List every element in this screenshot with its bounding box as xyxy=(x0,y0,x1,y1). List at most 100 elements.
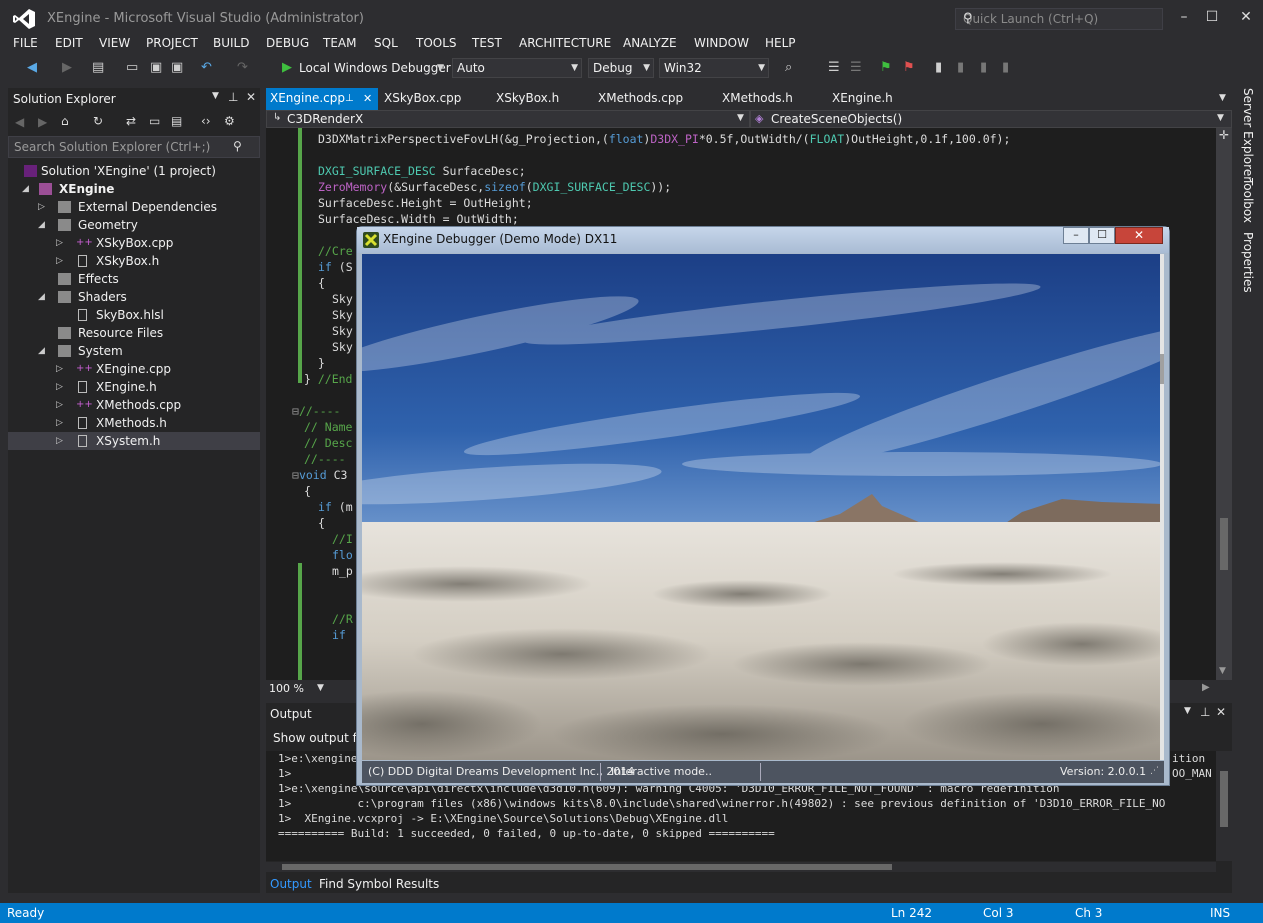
close-button[interactable]: ✕ xyxy=(1115,227,1163,244)
menu-build[interactable]: BUILD xyxy=(213,36,249,50)
output-hscroll[interactable] xyxy=(266,862,1216,872)
toolbox-tab[interactable]: Toolbox xyxy=(1241,178,1255,223)
scroll-right-icon[interactable]: ▶ xyxy=(1202,682,1210,693)
prev-bookmark-icon[interactable]: ▮ xyxy=(957,58,964,78)
maximize-button[interactable]: ☐ xyxy=(1201,8,1223,26)
disable-bookmark-icon[interactable]: ▮ xyxy=(1002,58,1009,78)
forward-icon[interactable]: ▶ xyxy=(38,115,47,129)
collapsed-icon[interactable]: ▷ xyxy=(56,378,66,396)
collapsed-icon[interactable]: ▷ xyxy=(56,432,66,450)
debugger-title-bar[interactable]: XEngine Debugger (Demo Mode) DX11 – ☐ ✕ xyxy=(357,227,1169,253)
tree-item-geometry[interactable]: ◢ Geometry xyxy=(8,216,260,234)
clear-bookmark-icon[interactable]: ⚑ xyxy=(903,58,915,78)
expanded-icon[interactable]: ◢ xyxy=(38,342,48,360)
menu-file[interactable]: FILE xyxy=(13,36,38,50)
tab-output[interactable]: Output xyxy=(270,877,312,891)
tree-item-xmethods-cpp[interactable]: ▷ ++ XMethods.cpp xyxy=(8,396,260,414)
view-code-icon[interactable]: ‹› xyxy=(201,114,211,128)
pin-icon[interactable]: ⊥ xyxy=(228,90,238,104)
solution-explorer-search[interactable]: Search Solution Explorer (Ctrl+;) ⚲ xyxy=(8,136,260,158)
collapsed-icon[interactable]: ▷ xyxy=(56,252,66,270)
menu-window[interactable]: WINDOW xyxy=(694,36,749,50)
expanded-icon[interactable]: ◢ xyxy=(22,180,32,198)
bookmark-icon[interactable]: ⚑ xyxy=(880,58,892,78)
tree-item-system[interactable]: ◢ System xyxy=(8,342,260,360)
tree-item-external-dependencies[interactable]: ▷ External Dependencies xyxy=(8,198,260,216)
tree-item-skybox-hlsl[interactable]: SkyBox.hlsl xyxy=(8,306,260,324)
tree-item-effects[interactable]: Effects xyxy=(8,270,260,288)
redo-icon[interactable]: ↷ xyxy=(237,58,248,78)
back-icon[interactable]: ◀ xyxy=(15,115,24,129)
collapsed-icon[interactable]: ▷ xyxy=(38,198,48,216)
forward-icon[interactable]: ▶ xyxy=(62,58,72,78)
collapsed-icon[interactable]: ▷ xyxy=(56,360,66,378)
class-dropdown[interactable]: ↳ C3DRenderX ▼ xyxy=(266,110,750,128)
zoom-level[interactable]: 100 % xyxy=(269,682,304,695)
tab-xskybox-cpp[interactable]: XSkyBox.cpp xyxy=(382,88,482,110)
menu-view[interactable]: VIEW xyxy=(99,36,130,50)
start-debugger-button[interactable]: Local Windows Debugger xyxy=(299,58,451,78)
tree-item-xsystem-h[interactable]: ▷ XSystem.h xyxy=(8,432,260,450)
pin-icon[interactable]: ⊥ xyxy=(1200,705,1210,719)
tree-item-xskybox-cpp[interactable]: ▷ ++ XSkyBox.cpp xyxy=(8,234,260,252)
tab-xengine-h[interactable]: XEngine.h xyxy=(832,88,922,110)
find-icon[interactable]: ⌕ xyxy=(785,58,792,78)
collapsed-icon[interactable]: ▷ xyxy=(56,414,66,432)
resize-grip-icon[interactable]: ⋰ xyxy=(1150,766,1159,776)
tab-overflow-icon[interactable]: ▼ xyxy=(1219,93,1226,103)
member-dropdown[interactable]: ◈ CreateSceneObjects() ▼ xyxy=(750,110,1232,128)
properties-icon[interactable]: ⚙ xyxy=(224,114,235,128)
debugger-window[interactable]: XEngine Debugger (Demo Mode) DX11 – ☐ ✕ xyxy=(356,226,1170,786)
menu-help[interactable]: HELP xyxy=(765,36,796,50)
tree-item-xskybox-h[interactable]: ▷ XSkyBox.h xyxy=(8,252,260,270)
pin-icon[interactable]: ⊥ xyxy=(345,88,354,109)
menu-team[interactable]: TEAM xyxy=(323,36,356,50)
split-icon[interactable]: ✛ xyxy=(1216,128,1232,146)
start-debug-icon[interactable]: ▶ xyxy=(282,58,292,78)
server-explorer-tab[interactable]: Server Explorer xyxy=(1241,88,1255,181)
menu-debug[interactable]: DEBUG xyxy=(266,36,309,50)
scrollbar-thumb[interactable] xyxy=(1160,354,1164,384)
tree-item-xengine-cpp[interactable]: ▷ ++ XEngine.cpp xyxy=(8,360,260,378)
chevron-down-icon[interactable]: ▼ xyxy=(212,91,219,101)
minimize-button[interactable]: – xyxy=(1173,8,1195,26)
undo-icon[interactable]: ↶ xyxy=(201,58,212,78)
sync-icon[interactable]: ↻ xyxy=(93,114,103,128)
menu-analyze[interactable]: ANALYZE xyxy=(623,36,677,50)
tab-xengine-cpp[interactable]: XEngine.cpp ⊥ ✕ xyxy=(266,88,378,110)
config-select[interactable]: Debug ▼ xyxy=(588,58,654,78)
close-button[interactable]: ✕ xyxy=(1235,8,1257,26)
show-all-files-icon[interactable]: ▤ xyxy=(171,114,182,128)
menu-tools[interactable]: TOOLS xyxy=(416,36,457,50)
properties-tab[interactable]: Properties xyxy=(1241,232,1255,293)
save-all-icon[interactable]: ▣ xyxy=(171,58,183,78)
tree-item-shaders[interactable]: ◢ Shaders xyxy=(8,288,260,306)
tab-xskybox-h[interactable]: XSkyBox.h xyxy=(496,88,586,110)
collapse-all-icon[interactable]: ▭ xyxy=(149,114,160,128)
collapsed-icon[interactable]: ▷ xyxy=(56,234,66,252)
scrollbar-thumb[interactable] xyxy=(1220,518,1228,570)
editor-scrollbar[interactable]: ✛ ▼ xyxy=(1216,128,1232,680)
next-bookmark-icon[interactable]: ▮ xyxy=(980,58,987,78)
tree-item-project[interactable]: ◢ XEngine xyxy=(8,180,260,198)
platform-select[interactable]: Win32 ▼ xyxy=(659,58,769,78)
render-viewport[interactable] xyxy=(362,254,1164,760)
maximize-button[interactable]: ☐ xyxy=(1089,227,1115,244)
scrollbar-thumb[interactable] xyxy=(282,864,892,870)
expanded-icon[interactable]: ◢ xyxy=(38,288,48,306)
home-icon[interactable]: ⌂ xyxy=(61,114,69,128)
tab-find-symbol-results[interactable]: Find Symbol Results xyxy=(319,877,439,891)
chevron-down-icon[interactable]: ▼ xyxy=(317,683,324,693)
bookmark-toggle-icon[interactable]: ▮ xyxy=(935,58,942,78)
align-icon[interactable]: ☰ xyxy=(828,58,840,78)
indent-icon[interactable]: ☰ xyxy=(850,58,862,78)
tree-item-solution[interactable]: Solution 'XEngine' (1 project) xyxy=(8,162,260,180)
new-project-icon[interactable]: ▤ xyxy=(92,58,104,78)
menu-project[interactable]: PROJECT xyxy=(146,36,198,50)
quick-launch-input[interactable]: Quick Launch (Ctrl+Q) ⚲ xyxy=(955,8,1163,30)
close-icon[interactable]: ✕ xyxy=(1216,705,1226,719)
chevron-down-icon[interactable]: ▼ xyxy=(1184,706,1191,716)
menu-architecture[interactable]: ARCHITECTURE xyxy=(519,36,611,50)
minimize-button[interactable]: – xyxy=(1063,227,1089,244)
close-icon[interactable]: ✕ xyxy=(246,90,256,104)
